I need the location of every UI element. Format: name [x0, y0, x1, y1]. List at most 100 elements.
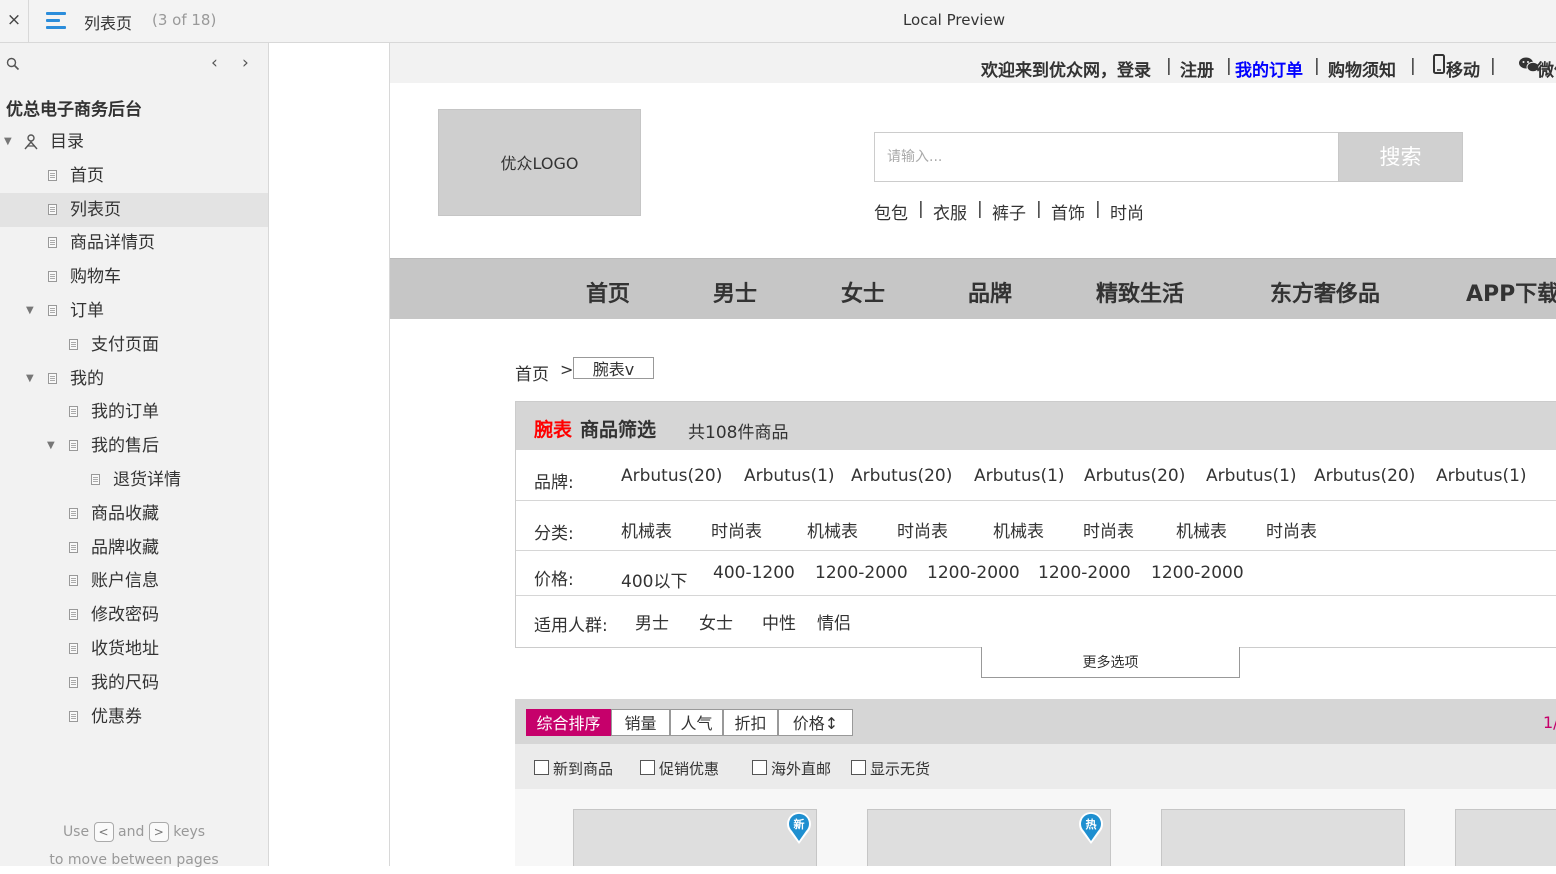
filter-option[interactable]: 情侣 [817, 609, 851, 634]
filter-option[interactable]: Arbutus(20) [851, 466, 952, 486]
sidebar-item[interactable]: 品牌收藏 [0, 531, 268, 565]
sidebar-item-label: 支付页面 [91, 334, 159, 355]
sidebar-item[interactable]: 账户信息 [0, 564, 268, 598]
category-nav-item[interactable]: 品牌 [968, 276, 1012, 308]
filter-option[interactable]: 机械表 [993, 517, 1044, 542]
hot-word-link[interactable]: 时尚 [1110, 199, 1144, 224]
sidebar-item[interactable]: 我的订单 [0, 395, 268, 429]
sort-option-button[interactable]: 折扣 [723, 709, 778, 736]
filter-row-divider [516, 550, 1556, 551]
filter-option[interactable]: 时尚表 [897, 517, 948, 542]
sidebar-item[interactable]: 优惠券 [0, 700, 268, 734]
product-card[interactable]: 热 [867, 809, 1111, 866]
filter-option[interactable]: 女士 [699, 609, 733, 634]
search-input[interactable]: 请输入... [874, 132, 1339, 182]
search-icon[interactable] [6, 57, 20, 71]
expand-triangle-icon[interactable]: ▼ [47, 429, 55, 463]
hot-word-link[interactable]: 首饰 [1051, 199, 1085, 224]
checkbox-icon[interactable] [752, 760, 767, 775]
category-nav-item[interactable]: 首页 [586, 276, 630, 308]
checkbox-filter[interactable]: 新到商品 [534, 758, 613, 779]
product-card[interactable] [1161, 809, 1405, 866]
product-badge-pin-icon: 新 [787, 812, 811, 844]
product-card[interactable]: 新 [573, 809, 817, 866]
mobile-link[interactable]: 移动 [1446, 56, 1480, 81]
sidebar-item-label: 我的尺码 [91, 672, 159, 693]
register-link[interactable]: 注册 [1180, 56, 1214, 81]
breadcrumb-category-dropdown[interactable]: 腕表v [573, 357, 654, 379]
filter-option[interactable]: 机械表 [1176, 517, 1227, 542]
sidebar-item[interactable]: 购物车 [0, 260, 268, 294]
prev-page-arrow-icon[interactable]: ‹ [211, 53, 218, 73]
expand-triangle-icon[interactable]: ▼ [26, 362, 34, 396]
checkbox-filter[interactable]: 促销优惠 [640, 758, 719, 779]
filter-option[interactable]: Arbutus(20) [1084, 466, 1185, 486]
hot-word-link[interactable]: 包包 [874, 199, 908, 224]
filter-option[interactable]: Arbutus(1) [1206, 466, 1297, 486]
sidebar-item[interactable]: 收货地址 [0, 632, 268, 666]
category-nav-item[interactable]: 精致生活 [1096, 276, 1184, 308]
sidebar-item[interactable]: 商品收藏 [0, 497, 268, 531]
checkbox-icon[interactable] [534, 760, 549, 775]
checkbox-filter[interactable]: 海外直邮 [752, 758, 831, 779]
category-nav-item[interactable]: APP下载 [1466, 276, 1556, 308]
filter-option[interactable]: 男士 [635, 609, 669, 634]
filter-option[interactable]: 1200-2000 [927, 563, 1020, 583]
filter-option[interactable]: Arbutus(20) [1314, 466, 1415, 486]
filter-option[interactable]: Arbutus(1) [744, 466, 835, 486]
wechat-link[interactable]: 微信 [1537, 56, 1556, 81]
product-card[interactable] [1455, 809, 1556, 866]
sort-option-button[interactable]: 人气 [670, 709, 723, 736]
filter-option[interactable]: 400-1200 [713, 563, 795, 583]
page-doc-icon [69, 643, 78, 654]
sidebar-item-label: 我的售后 [91, 436, 159, 457]
sidebar-item[interactable]: ▼ 目录 [0, 125, 268, 159]
category-nav-item[interactable]: 东方奢侈品 [1270, 276, 1380, 308]
sidebar-item[interactable]: 支付页面 [0, 328, 268, 362]
site-logo[interactable]: 优众LOGO [438, 109, 641, 216]
sort-option-button[interactable]: 价格↕ [778, 709, 853, 736]
filter-option[interactable]: 1200-2000 [815, 563, 908, 583]
sidebar-item[interactable]: 我的尺码 [0, 666, 268, 700]
sidebar-item[interactable]: ▼ 订单 [0, 294, 268, 328]
sort-option-button[interactable]: 综合排序 [526, 709, 611, 736]
filter-option[interactable]: 时尚表 [1083, 517, 1134, 542]
filter-option[interactable]: 400以下 [621, 567, 687, 592]
sidebar-item[interactable]: 修改密码 [0, 598, 268, 632]
welcome-login-link[interactable]: 欢迎来到优众网，登录 [981, 56, 1151, 81]
search-button[interactable]: 搜索 [1338, 132, 1463, 182]
sidebar-item[interactable]: 商品详情页 [0, 226, 268, 260]
sidebar-item[interactable]: 退货详情 [0, 463, 268, 497]
filter-option[interactable]: 时尚表 [1266, 517, 1317, 542]
sidebar-item[interactable]: ▼ 我的 [0, 362, 268, 396]
filter-option[interactable]: Arbutus(1) [974, 466, 1065, 486]
filter-option[interactable]: 时尚表 [711, 517, 762, 542]
filter-option[interactable]: Arbutus(20) [621, 466, 722, 486]
breadcrumb-home[interactable]: 首页 [515, 360, 549, 385]
more-options-button[interactable]: 更多选项 [981, 647, 1240, 678]
expand-triangle-icon[interactable]: ▼ [26, 294, 34, 328]
checkbox-icon[interactable] [851, 760, 866, 775]
hot-word-link[interactable]: 衣服 [933, 199, 967, 224]
category-nav-item[interactable]: 女士 [841, 276, 885, 308]
sidebar-item[interactable]: 首页 [0, 159, 268, 193]
nav-separator: | [1314, 56, 1320, 76]
hot-word-link[interactable]: 裤子 [992, 199, 1026, 224]
filter-option[interactable]: 机械表 [807, 517, 858, 542]
filter-option[interactable]: 1200-2000 [1038, 563, 1131, 583]
checkbox-icon[interactable] [640, 760, 655, 775]
my-orders-link[interactable]: 我的订单 [1235, 56, 1303, 81]
category-nav-item[interactable]: 男士 [713, 276, 757, 308]
next-page-arrow-icon[interactable]: › [242, 53, 249, 73]
checkbox-filter[interactable]: 显示无货 [851, 758, 930, 779]
shopping-notice-link[interactable]: 购物须知 [1328, 56, 1396, 81]
filter-option[interactable]: Arbutus(1) [1436, 466, 1527, 486]
filter-option[interactable]: 机械表 [621, 517, 672, 542]
sidebar-item[interactable]: 列表页 [0, 192, 268, 227]
sidebar-item[interactable]: ▼ 我的售后 [0, 429, 268, 463]
hot-word-separator: | [1095, 199, 1101, 219]
expand-triangle-icon[interactable]: ▼ [4, 125, 12, 159]
filter-option[interactable]: 1200-2000 [1151, 563, 1244, 583]
filter-option[interactable]: 中性 [762, 609, 796, 634]
sort-option-button[interactable]: 销量 [611, 709, 670, 736]
